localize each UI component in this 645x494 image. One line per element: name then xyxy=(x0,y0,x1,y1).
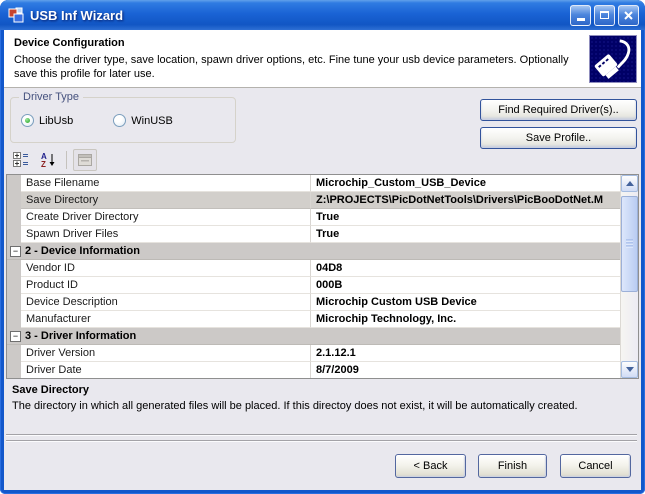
row-indent xyxy=(7,362,21,378)
scroll-thumb[interactable] xyxy=(621,196,638,292)
row-value[interactable]: 2.1.12.1 xyxy=(311,345,620,362)
row-label: Create Driver Directory xyxy=(21,209,311,226)
row-value[interactable]: Microchip Custom USB Device xyxy=(311,294,620,311)
row-value[interactable]: Z:\PROJECTS\PicDotNetTools\Drivers\PicBo… xyxy=(311,192,620,209)
row-indent xyxy=(7,277,21,294)
row-value[interactable]: Microchip Technology, Inc. xyxy=(311,311,620,328)
svg-text:Z: Z xyxy=(41,160,46,168)
application-icon xyxy=(8,7,24,23)
row-label: Device Description xyxy=(21,294,311,311)
grid-scrollbar[interactable] xyxy=(620,175,638,378)
scroll-down-button[interactable] xyxy=(621,361,638,378)
radio-selected-icon xyxy=(21,114,34,127)
scroll-up-button[interactable] xyxy=(621,175,638,192)
maximize-icon xyxy=(600,11,609,19)
radio-unselected-icon xyxy=(113,114,127,127)
cancel-button[interactable]: Cancel xyxy=(560,454,631,478)
grid-row[interactable]: Create Driver Directory True xyxy=(7,209,620,226)
row-value[interactable]: Microchip_Custom_USB_Device xyxy=(311,175,620,192)
property-grid: Base Filename Microchip_Custom_USB_Device… xyxy=(6,174,639,379)
titlebar: USB Inf Wizard xyxy=(0,0,645,30)
page-title: Device Configuration xyxy=(14,37,125,49)
find-required-drivers-button[interactable]: Find Required Driver(s).. xyxy=(480,99,637,121)
help-panel: Save Directory The directory in which al… xyxy=(12,384,636,412)
radio-winusb[interactable]: WinUSB xyxy=(113,114,173,127)
grid-row[interactable]: Save Directory Z:\PROJECTS\PicDotNetTools… xyxy=(7,192,620,209)
divider xyxy=(6,440,637,442)
propertygrid-toolbar: A Z xyxy=(9,149,97,171)
row-indent xyxy=(7,192,21,209)
window: USB Inf Wizard Device Configuration Choo… xyxy=(0,0,645,494)
row-label: Save Directory xyxy=(21,192,311,209)
radio-libusb[interactable]: LibUsb xyxy=(21,114,73,127)
row-label: Manufacturer xyxy=(21,311,311,328)
grid-row[interactable]: Manufacturer Microchip Technology, Inc. xyxy=(7,311,620,328)
row-label: Driver Date xyxy=(21,362,311,378)
driver-type-groupbox: Driver Type LibUsb WinUSB xyxy=(10,91,236,143)
minimize-button[interactable] xyxy=(570,4,591,26)
row-label: Base Filename xyxy=(21,175,311,192)
back-button[interactable]: < Back xyxy=(395,454,466,478)
save-profile-button[interactable]: Save Profile.. xyxy=(480,127,637,149)
scroll-down-icon xyxy=(625,367,634,372)
categorized-view-button[interactable] xyxy=(9,149,33,171)
close-icon xyxy=(624,10,633,20)
alphabetical-sort-button[interactable]: A Z xyxy=(36,149,60,171)
help-title: Save Directory xyxy=(12,384,90,396)
header-panel: Device Configuration Choose the driver t… xyxy=(4,30,641,88)
category-row[interactable]: −2 - Device Information xyxy=(7,243,620,260)
maximize-button[interactable] xyxy=(594,4,615,26)
help-description: The directory in which all generated fil… xyxy=(12,400,578,412)
grid-row[interactable]: Vendor ID 04D8 xyxy=(7,260,620,277)
row-indent xyxy=(7,311,21,328)
driver-type-label: Driver Type xyxy=(19,91,84,103)
categorized-icon xyxy=(13,152,28,167)
row-value[interactable]: 04D8 xyxy=(311,260,620,277)
row-label: Spawn Driver Files xyxy=(21,226,311,243)
grid-row[interactable]: Device Description Microchip Custom USB D… xyxy=(7,294,620,311)
row-label: Driver Version xyxy=(21,345,311,362)
radio-libusb-label: LibUsb xyxy=(39,114,74,127)
collapse-icon[interactable]: − xyxy=(10,330,21,342)
alphabetical-sort-icon: A Z xyxy=(41,152,55,168)
grid-row[interactable]: Spawn Driver Files True xyxy=(7,226,620,243)
grid-row[interactable]: Base Filename Microchip_Custom_USB_Device xyxy=(7,175,620,192)
dialog-body: Driver Type LibUsb WinUSB Find Required … xyxy=(4,88,641,490)
page-description: Choose the driver type, save location, s… xyxy=(14,54,569,80)
usb-device-icon xyxy=(589,35,637,83)
row-indent xyxy=(7,209,21,226)
row-indent xyxy=(7,175,21,192)
finish-button[interactable]: Finish xyxy=(478,454,547,478)
divider xyxy=(6,434,637,436)
row-indent xyxy=(7,345,21,362)
row-indent xyxy=(7,226,21,243)
category-label: 2 - Device Information xyxy=(25,245,140,257)
window-title: USB Inf Wizard xyxy=(30,7,124,23)
row-value[interactable]: 8/7/2009 xyxy=(311,362,620,378)
row-indent xyxy=(7,260,21,277)
thumb-grip-icon xyxy=(626,239,633,249)
row-value[interactable]: 000B xyxy=(311,277,620,294)
row-label: Product ID xyxy=(21,277,311,294)
collapse-icon[interactable]: − xyxy=(10,245,21,257)
property-pages-button xyxy=(73,149,97,171)
radio-winusb-label: WinUSB xyxy=(131,114,173,127)
row-value[interactable]: True xyxy=(311,226,620,243)
row-label: Vendor ID xyxy=(21,260,311,277)
category-label: 3 - Driver Information xyxy=(25,330,137,342)
grid-row[interactable]: Product ID 000B xyxy=(7,277,620,294)
property-grid-rows: Base Filename Microchip_Custom_USB_Device… xyxy=(7,175,620,378)
category-row[interactable]: −3 - Driver Information xyxy=(7,328,620,345)
minimize-icon xyxy=(576,17,585,21)
grid-row[interactable]: Driver Version 2.1.12.1 xyxy=(7,345,620,362)
scroll-up-icon xyxy=(625,181,634,186)
row-value[interactable]: True xyxy=(311,209,620,226)
grid-row[interactable]: Driver Date 8/7/2009 xyxy=(7,362,620,378)
toolbar-separator xyxy=(66,151,67,169)
row-indent xyxy=(7,294,21,311)
close-button[interactable] xyxy=(618,4,639,26)
property-pages-icon xyxy=(78,154,92,166)
